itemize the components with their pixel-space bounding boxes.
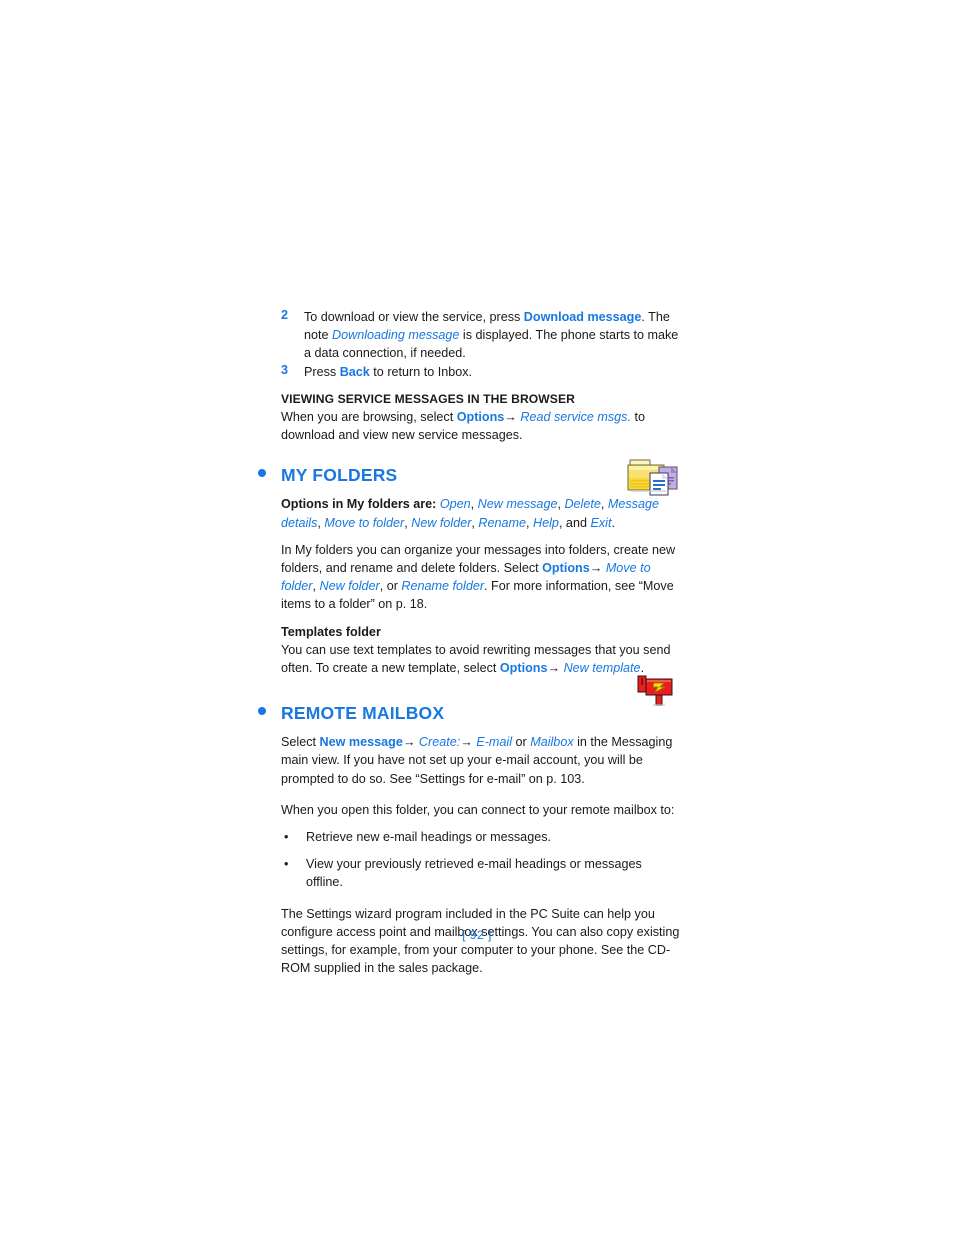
option-move-to-folder: Move to folder: [324, 515, 405, 530]
back-command: Back: [339, 364, 370, 379]
viewing-service-messages-heading: VIEWING SERVICE MESSAGES IN THE BROWSER: [281, 391, 575, 406]
step-number: 3: [281, 362, 289, 377]
templates-folder-body: You can use text templates to avoid rewr…: [281, 641, 681, 677]
option-exit: Exit: [590, 515, 612, 530]
options-command: Options: [499, 661, 548, 676]
step-text-lead: To download or view the service, press: [304, 310, 524, 324]
new-message-command: New message: [319, 735, 403, 750]
create-command: Create:: [418, 735, 461, 750]
step-text: Press Back to return to Inbox.: [304, 365, 472, 379]
connect-lead-text: When you open this folder, you can conne…: [281, 802, 675, 817]
remote-mailbox-intro: Select New message→ Create:→ E-mail or M…: [281, 733, 681, 788]
bullet-icon: •: [284, 857, 289, 872]
arrow-icon: →: [589, 561, 603, 576]
remote-mailbox-section-heading: REMOTE MAILBOX: [258, 702, 681, 724]
section-title: REMOTE MAILBOX: [281, 703, 445, 724]
option-new-message: New message: [477, 497, 558, 512]
step-text-tail: to return to Inbox.: [369, 364, 473, 379]
option-rename: Rename: [478, 515, 527, 530]
my-folders-section-heading: MY FOLDERS: [258, 464, 681, 486]
option-help: Help: [533, 515, 559, 530]
option-open: Open: [439, 497, 471, 512]
arrow-icon: →: [547, 661, 561, 676]
templates-folder-heading: Templates folder: [281, 624, 381, 639]
arrow-icon: →: [460, 735, 473, 750]
new-template-command: New template: [563, 661, 641, 676]
options-command: Options: [456, 410, 505, 425]
separator: ,: [312, 579, 320, 594]
conjunction: or: [512, 735, 531, 750]
my-folders-icon: [626, 459, 684, 499]
list-item-text: Retrieve new e-mail headings or messages…: [306, 830, 551, 845]
my-folders-options-list: Options in My folders are: Open, New mes…: [281, 497, 659, 530]
list-item: • Retrieve new e-mail headings or messag…: [281, 828, 681, 846]
email-command: E-mail: [476, 735, 513, 750]
list-item: • View your previously retrieved e-mail …: [281, 855, 681, 891]
rename-folder-command: Rename folder: [401, 579, 485, 594]
arrow-icon: →: [402, 735, 416, 750]
remote-mailbox-icon: [634, 673, 679, 713]
arrow-icon: →: [504, 410, 517, 425]
options-conjunction: , and: [558, 515, 591, 530]
step-number: 2: [281, 308, 289, 322]
bullet-icon: •: [284, 830, 289, 845]
page-number: [ 92 ]: [462, 928, 492, 942]
read-service-msgs-command: Read service msgs.: [520, 410, 631, 425]
manual-page: 2 To download or view the service, press…: [0, 0, 954, 1235]
my-folders-paragraph: In My folders you can organize your mess…: [281, 541, 681, 614]
downloading-message-note: Downloading message: [332, 328, 460, 343]
new-folder-command: New folder: [319, 579, 380, 594]
list-item-text: View your previously retrieved e-mail he…: [306, 857, 642, 890]
separator: , or: [379, 579, 402, 594]
intro-lead: Select: [281, 735, 320, 750]
page-content: 2 To download or view the service, press…: [258, 308, 681, 977]
numbered-step-2: 2 To download or view the service, press…: [281, 308, 681, 363]
option-delete: Delete: [564, 497, 601, 512]
section-bullet-icon: [258, 469, 266, 478]
viewing-service-messages-body: When you are browsing, select Options→ R…: [281, 408, 681, 444]
section-title: MY FOLDERS: [281, 465, 398, 486]
download-message-command: Download message: [523, 310, 642, 324]
numbered-step-3: 3 Press Back to return to Inbox.: [281, 363, 681, 381]
body-lead: When you are browsing, select: [281, 410, 457, 425]
step-text-lead: Press: [304, 364, 340, 379]
options-command: Options: [542, 561, 590, 576]
mailbox-command: Mailbox: [530, 735, 574, 750]
section-bullet-icon: [258, 707, 266, 716]
options-period: .: [611, 515, 615, 530]
step-text: To download or view the service, press D…: [304, 310, 678, 360]
options-intro: Options in My folders are:: [281, 497, 440, 512]
option-new-folder: New folder: [411, 515, 472, 530]
